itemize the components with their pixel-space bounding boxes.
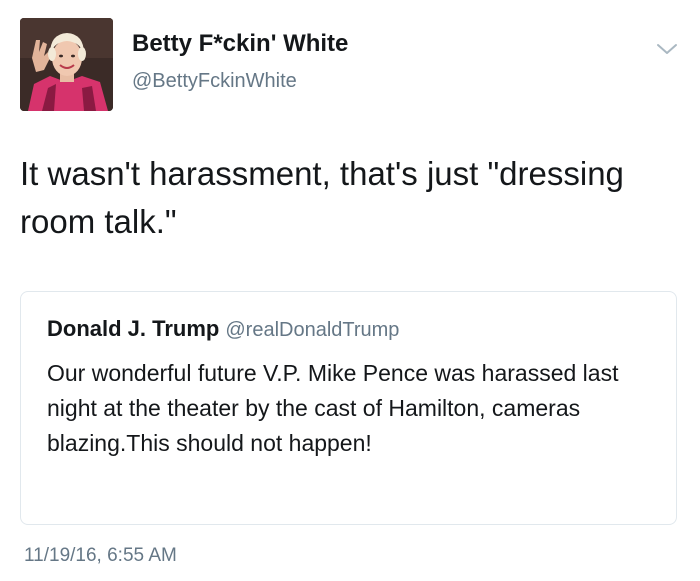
quoted-tweet-header: Donald J. Trump @realDonaldTrump xyxy=(47,316,399,342)
quoted-author-handle: @realDonaldTrump xyxy=(225,319,400,341)
tweet-text: It wasn't harassment, that's just "dress… xyxy=(20,155,624,240)
author-name[interactable]: Betty F*ckin' White xyxy=(132,30,348,58)
quoted-author-name: Donald J. Trump xyxy=(47,316,220,341)
tweet-timestamp[interactable]: 11/19/16, 6:55 AM xyxy=(24,545,177,567)
chevron-down-icon[interactable] xyxy=(655,40,679,58)
author-handle[interactable]: @BettyFckinWhite xyxy=(132,70,297,93)
avatar-image xyxy=(20,18,113,111)
quoted-tweet-text: Our wonderful future V.P. Mike Pence was… xyxy=(47,360,619,456)
avatar[interactable] xyxy=(20,18,113,111)
quoted-tweet-card[interactable]: Donald J. Trump @realDonaldTrump Our wond… xyxy=(20,291,677,525)
